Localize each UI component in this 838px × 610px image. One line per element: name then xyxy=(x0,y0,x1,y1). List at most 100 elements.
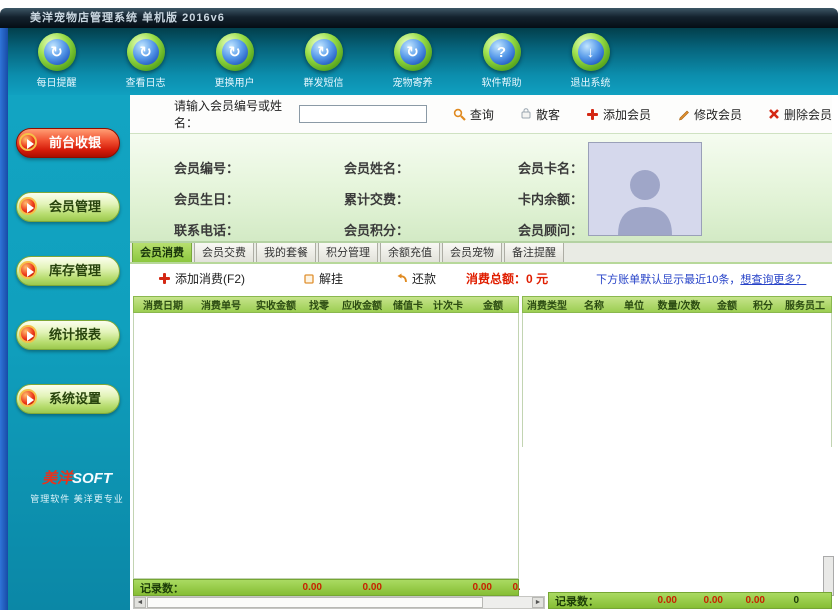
field-member-id: 会员编号： xyxy=(174,158,239,177)
sidebar-item-label: 会员管理 xyxy=(49,199,101,214)
delete-member-button[interactable]: 删除会员 xyxy=(768,106,832,123)
field-total-paid: 累计交费： xyxy=(344,189,409,208)
sidebar-item-reports[interactable]: 统计报表 xyxy=(16,320,120,350)
play-badge-icon xyxy=(19,389,37,407)
window-left-border xyxy=(0,28,8,610)
log-icon: ↻ xyxy=(127,33,165,71)
total-value: 0.00 xyxy=(340,582,382,593)
table-header-row: 消费日期 消费单号 实收金额 找零 应收金额 储值卡 计次卡 金额 xyxy=(133,296,519,313)
field-birthday: 会员生日： xyxy=(174,189,239,208)
col-order-no: 消费单号 xyxy=(192,297,250,312)
sidebar-item-settings[interactable]: 系统设置 xyxy=(16,384,120,414)
vertical-scrollbar[interactable] xyxy=(823,556,834,596)
tab-member-pets[interactable]: 会员宠物 xyxy=(442,240,502,262)
toolbar-label: 群发短信 xyxy=(279,74,368,89)
member-search-input[interactable] xyxy=(299,105,427,123)
col-due-amount: 应收金额 xyxy=(336,297,388,312)
tab-remarks-reminder[interactable]: 备注提醒 xyxy=(504,240,564,262)
table-header-row: 消费类型 名称 单位 数量/次数 金额 积分 服务员工 xyxy=(522,296,832,313)
toolbar-label: 更换用户 xyxy=(190,74,279,89)
tag-icon xyxy=(303,273,315,285)
tab-payments[interactable]: 会员交费 xyxy=(194,240,254,262)
sidebar-item-cashier[interactable]: 前台收银 xyxy=(16,128,120,158)
scrollbar-thumb[interactable] xyxy=(147,597,483,608)
person-silhouette-icon xyxy=(610,161,680,235)
tab-points[interactable]: 积分管理 xyxy=(318,240,378,262)
count-total-value: 0 xyxy=(757,595,799,606)
window-title: 美洋宠物店管理系统 单机版 2016v6 xyxy=(0,8,838,28)
horizontal-scrollbar[interactable]: ◄ ► xyxy=(133,596,545,609)
toolbar-pet-boarding[interactable]: ↻ 宠物寄养 xyxy=(368,33,457,95)
table-footer-totals: 记录数： 0.00 0.00 0.00 0 xyxy=(548,592,832,609)
sidebar-item-inventory[interactable]: 库存管理 xyxy=(16,256,120,286)
app-window: 美洋宠物店管理系统 单机版 2016v6 ↻ 每日提醒 ↻ 查看日志 ↻ 更换用… xyxy=(0,0,838,610)
search-label: 请输入会员编号或姓名： xyxy=(174,97,297,131)
table-body-empty xyxy=(133,313,519,579)
plus-icon xyxy=(586,108,599,121)
table-footer-totals: 记录数： 0.00 0.00 0.00 0.00 xyxy=(133,579,519,596)
toolbar-label: 软件帮助 xyxy=(457,74,546,89)
brand-prefix: 美洋 xyxy=(42,470,72,487)
blank-overlay-patch xyxy=(520,447,838,593)
col-consume-type: 消费类型 xyxy=(523,297,571,312)
query-more-link[interactable]: 想查询更多？ xyxy=(740,274,806,286)
sidebar-nav: 前台收银 会员管理 库存管理 统计报表 系统设置 美洋SOFT 管理软件 美洋更… xyxy=(8,95,130,610)
query-button[interactable]: 查询 xyxy=(453,106,494,123)
tab-packages[interactable]: 我的套餐 xyxy=(256,240,316,262)
brand-suffix: SOFT xyxy=(72,470,112,487)
main-toolbar: ↻ 每日提醒 ↻ 查看日志 ↻ 更换用户 ↻ 群发短信 ↻ 宠物寄养 ? 软件帮… xyxy=(0,28,838,95)
col-unit: 单位 xyxy=(617,297,651,312)
toolbar-daily-reminder[interactable]: ↻ 每日提醒 xyxy=(12,33,101,95)
unhang-button[interactable]: 解挂 xyxy=(303,270,343,287)
toolbar-switch-user[interactable]: ↻ 更换用户 xyxy=(190,33,279,95)
total-value: 0.00 xyxy=(635,595,677,606)
walkin-customer-button[interactable]: 散客 xyxy=(520,106,560,123)
col-stored-card: 储值卡 xyxy=(388,297,428,312)
help-icon: ? xyxy=(483,33,521,71)
add-consumption-button[interactable]: 添加消费(F2) xyxy=(158,270,245,287)
field-phone: 联系电话： xyxy=(174,220,239,239)
toolbar-help[interactable]: ? 软件帮助 xyxy=(457,33,546,95)
col-service-staff: 服务员工 xyxy=(779,297,831,312)
field-card-balance: 卡内余额： xyxy=(518,189,583,208)
col-item-name: 名称 xyxy=(571,297,617,312)
sidebar-item-label: 前台收银 xyxy=(49,135,101,150)
switch-user-icon: ↻ xyxy=(216,33,254,71)
tab-balance-recharge[interactable]: 余额充值 xyxy=(380,240,440,262)
exit-icon: ↓ xyxy=(572,33,610,71)
edit-member-button[interactable]: 修改会员 xyxy=(677,106,742,123)
field-member-name: 会员姓名： xyxy=(344,158,409,177)
col-consume-date: 消费日期 xyxy=(134,297,192,312)
record-limit-hint: 下方账单默认显示最近10条，想查询更多？ xyxy=(596,271,806,287)
field-card-name: 会员卡名： xyxy=(518,158,583,177)
brand-tagline: 管理软件 美洋更专业 xyxy=(16,492,138,505)
consumption-total-value: 0 xyxy=(526,272,533,286)
col-amount: 金额 xyxy=(707,297,747,312)
add-member-button[interactable]: 添加会员 xyxy=(586,106,651,123)
sidebar-item-label: 系统设置 xyxy=(49,391,101,406)
toolbar-send-sms[interactable]: ↻ 群发短信 xyxy=(279,33,368,95)
sidebar-item-label: 统计报表 xyxy=(49,327,101,342)
sidebar-item-members[interactable]: 会员管理 xyxy=(16,192,120,222)
play-badge-icon xyxy=(19,261,37,279)
boarding-icon: ↻ xyxy=(394,33,432,71)
pencil-icon xyxy=(677,108,690,121)
play-badge-icon xyxy=(19,197,37,215)
tab-consumption[interactable]: 会员消费 xyxy=(132,240,192,262)
toolbar-exit-system[interactable]: ↓ 退出系统 xyxy=(546,33,635,95)
member-detail-tabs: 会员消费 会员交费 我的套餐 积分管理 余额充值 会员宠物 备注提醒 xyxy=(130,243,832,264)
consumption-action-bar: 添加消费(F2) 解挂 还款 消费总额：0 元 下方账单默认显示最近10条，想查… xyxy=(130,264,832,293)
col-count-card: 计次卡 xyxy=(428,297,468,312)
toolbar-view-log[interactable]: ↻ 查看日志 xyxy=(101,33,190,95)
record-count-label: 记录数： xyxy=(134,580,184,596)
scroll-right-arrow[interactable]: ► xyxy=(532,597,544,608)
scroll-left-arrow[interactable]: ◄ xyxy=(134,597,146,608)
consumption-total: 消费总额：0 元 xyxy=(466,270,548,287)
col-amount: 金额 xyxy=(468,297,518,312)
walkin-icon xyxy=(520,108,532,120)
x-icon xyxy=(768,108,780,120)
brand-logo: 美洋SOFT 管理软件 美洋更专业 xyxy=(16,467,138,505)
toolbar-label: 每日提醒 xyxy=(12,74,101,89)
reminder-icon: ↻ xyxy=(38,33,76,71)
repay-button[interactable]: 还款 xyxy=(395,270,436,287)
